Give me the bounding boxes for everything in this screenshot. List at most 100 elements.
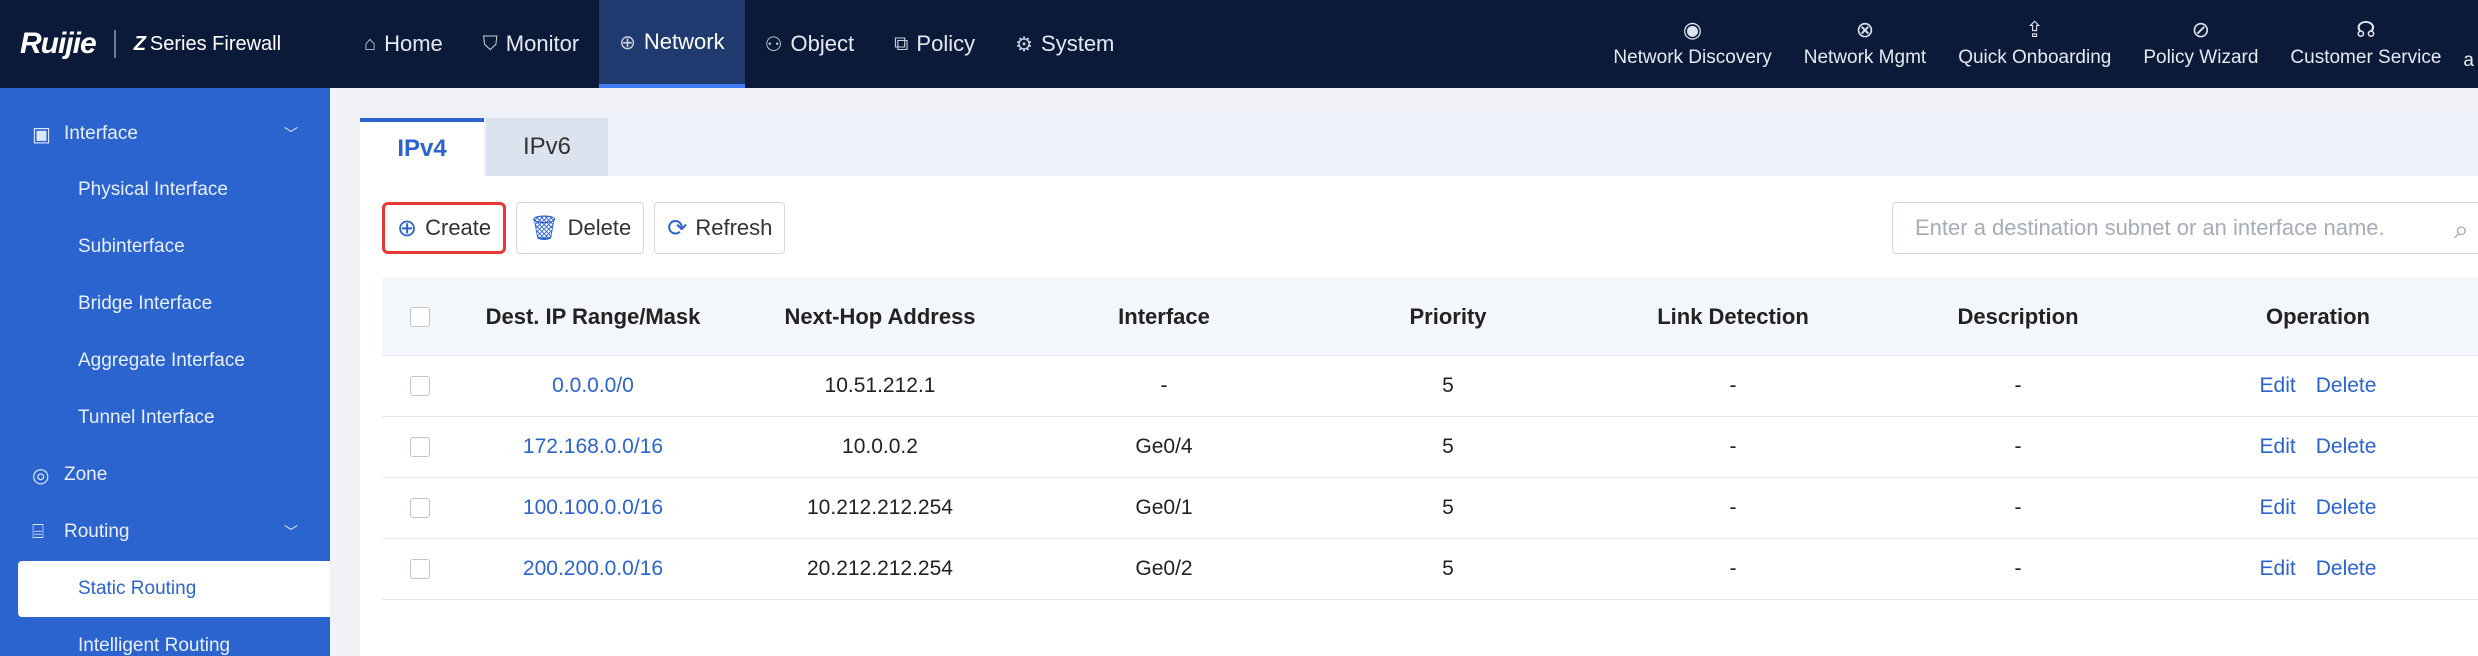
- edit-link[interactable]: Edit: [2260, 374, 2296, 398]
- network-mgmt-button[interactable]: ⊗ Network Mgmt: [1788, 0, 1942, 88]
- delete-button[interactable]: 🗑︎ Delete: [516, 202, 645, 254]
- sidebar-item-tunnel-interface[interactable]: Tunnel Interface: [0, 390, 330, 446]
- row-checkbox-cell: [382, 376, 458, 396]
- nav-home[interactable]: ⌂ Home: [344, 0, 463, 88]
- operation-cell: Edit Delete: [2170, 557, 2466, 581]
- edit-link[interactable]: Edit: [2260, 435, 2296, 459]
- row-checkbox-cell: [382, 498, 458, 518]
- sidebar-item-aggregate-interface[interactable]: Aggregate Interface: [0, 333, 330, 389]
- select-all-checkbox[interactable]: [410, 306, 430, 327]
- tab-ipv4[interactable]: IPv4: [360, 118, 484, 176]
- description-cell: -: [2014, 435, 2022, 458]
- nav-label: Object: [790, 31, 855, 56]
- column-header: Interface: [1118, 303, 1210, 329]
- sidebar-group-label: Zone: [64, 464, 108, 485]
- table-header: Dest. IP Range/Mask Next-Hop Address Int…: [382, 278, 2478, 356]
- policy-wizard-button[interactable]: ⊘ Policy Wizard: [2127, 0, 2274, 88]
- column-header: Operation: [2266, 303, 2370, 329]
- dest-ip-link[interactable]: 0.0.0.0/0: [552, 374, 634, 397]
- table-row: 0.0.0.0/0 10.51.212.1 - 5 - - Edit Delet…: [382, 356, 2478, 417]
- chevron-down-icon: ﹀: [284, 126, 298, 142]
- nav-policy[interactable]: ⧉ Policy: [874, 0, 995, 88]
- compass-icon: ⊘: [2191, 17, 2211, 42]
- nav-network[interactable]: ⊕ Network: [599, 0, 745, 88]
- row-checkbox[interactable]: [410, 376, 430, 396]
- nav-object[interactable]: ⚇ Object: [745, 0, 875, 88]
- sidebar-group-interface[interactable]: ▣ Interface ﹀: [0, 106, 330, 162]
- logo[interactable]: Ruijie Z Series Firewall: [20, 24, 281, 64]
- top-bar: Ruijie Z Series Firewall ⌂ Home ⛉ Monito…: [0, 0, 2478, 88]
- sidebar-group-routing[interactable]: ⌸ Routing ﹀: [0, 504, 330, 560]
- dest-ip-link[interactable]: 100.100.0.0/16: [523, 496, 663, 519]
- nav-monitor[interactable]: ⛉ Monitor: [463, 0, 599, 88]
- tab-bar: IPv4 IPv6: [360, 110, 2478, 176]
- refresh-button[interactable]: ⟳ Refresh: [654, 202, 786, 254]
- sidebar-item-intelligent-routing[interactable]: Intelligent Routing: [0, 618, 330, 656]
- dest-ip-link[interactable]: 200.200.0.0/16: [523, 557, 663, 580]
- table-row: 200.200.0.0/16 20.212.212.254 Ge0/2 5 - …: [382, 539, 2478, 600]
- dest-ip-link[interactable]: 172.168.0.0/16: [523, 435, 663, 458]
- right-nav-label: Quick Onboarding: [1958, 47, 2112, 68]
- interface-cell: -: [1160, 374, 1168, 397]
- link-detection-cell: -: [1729, 374, 1737, 397]
- tab-label: IPv6: [522, 133, 572, 160]
- nav-label: Policy: [916, 31, 976, 56]
- next-hop-cell: 20.212.212.254: [807, 557, 953, 580]
- sidebar: ▣ Interface ﹀ Physical Interface Subinte…: [0, 88, 330, 656]
- brand-logo: Ruijie: [20, 27, 97, 60]
- search-icon[interactable]: ⌕: [2454, 214, 2469, 246]
- delete-link[interactable]: Delete: [2316, 374, 2377, 398]
- nav-system[interactable]: ⚙ System: [995, 0, 1134, 88]
- user-menu-label: a: [2463, 50, 2474, 71]
- globe-icon: ⊕: [619, 31, 636, 54]
- chevron-down-icon: ﹀: [284, 524, 298, 540]
- delete-link[interactable]: Delete: [2316, 435, 2377, 459]
- priority-cell: 5: [1442, 557, 1454, 580]
- row-checkbox[interactable]: [410, 559, 430, 579]
- routes-table: Dest. IP Range/Mask Next-Hop Address Int…: [382, 278, 2478, 600]
- sidebar-item-label: Physical Interface: [78, 179, 228, 200]
- row-checkbox[interactable]: [410, 437, 430, 457]
- sidebar-item-static-routing[interactable]: Static Routing: [18, 561, 330, 617]
- right-nav-label: Network Discovery: [1613, 47, 1772, 68]
- sidebar-item-subinterface[interactable]: Subinterface: [0, 219, 330, 275]
- row-checkbox[interactable]: [410, 498, 430, 518]
- gear-icon: ⚙: [1015, 33, 1034, 56]
- network-discovery-button[interactable]: ◉ Network Discovery: [1597, 0, 1787, 88]
- upload-icon: ⇪: [2025, 17, 2044, 42]
- interface-cell: Ge0/2: [1135, 557, 1193, 580]
- link-detection-cell: -: [1729, 435, 1737, 458]
- sidebar-group-zone[interactable]: ◎ Zone: [0, 447, 330, 503]
- sidebar-item-label: Bridge Interface: [78, 293, 213, 314]
- refresh-icon: ⟳: [667, 214, 688, 242]
- delete-label: Delete: [567, 215, 632, 240]
- toolbar: ⊕ Create 🗑︎ Delete ⟳ Refresh: [382, 202, 795, 256]
- logo-separator: [113, 30, 116, 58]
- product-prefix: Z: [133, 32, 146, 55]
- sidebar-item-bridge-interface[interactable]: Bridge Interface: [0, 276, 330, 332]
- table-row: 100.100.0.0/16 10.212.212.254 Ge0/1 5 - …: [382, 478, 2478, 539]
- table-row: 172.168.0.0/16 10.0.0.2 Ge0/4 5 - - Edit…: [382, 417, 2478, 478]
- product-name: Z Series Firewall: [134, 33, 281, 56]
- priority-cell: 5: [1442, 435, 1454, 458]
- operation-cell: Edit Delete: [2170, 435, 2466, 459]
- tab-ipv6[interactable]: IPv6: [486, 118, 608, 176]
- delete-link[interactable]: Delete: [2316, 496, 2377, 520]
- create-button[interactable]: ⊕ Create: [382, 202, 507, 254]
- edit-link[interactable]: Edit: [2260, 557, 2296, 581]
- priority-cell: 5: [1442, 374, 1454, 397]
- priority-cell: 5: [1442, 496, 1454, 519]
- search-input[interactable]: [1892, 202, 2478, 254]
- headset-icon: ☊: [2356, 17, 2376, 42]
- link-detection-cell: -: [1729, 496, 1737, 519]
- sidebar-item-label: Tunnel Interface: [78, 407, 215, 428]
- column-header: Description: [1957, 303, 2079, 329]
- customer-service-button[interactable]: ☊ Customer Service: [2274, 0, 2457, 88]
- user-menu[interactable]: a: [2457, 0, 2478, 88]
- sidebar-item-label: Subinterface: [78, 236, 185, 257]
- delete-link[interactable]: Delete: [2316, 557, 2377, 581]
- quick-onboarding-button[interactable]: ⇪ Quick Onboarding: [1942, 0, 2127, 88]
- edit-link[interactable]: Edit: [2260, 496, 2296, 520]
- sidebar-group-label: Interface: [64, 123, 138, 144]
- sidebar-item-physical-interface[interactable]: Physical Interface: [0, 162, 330, 218]
